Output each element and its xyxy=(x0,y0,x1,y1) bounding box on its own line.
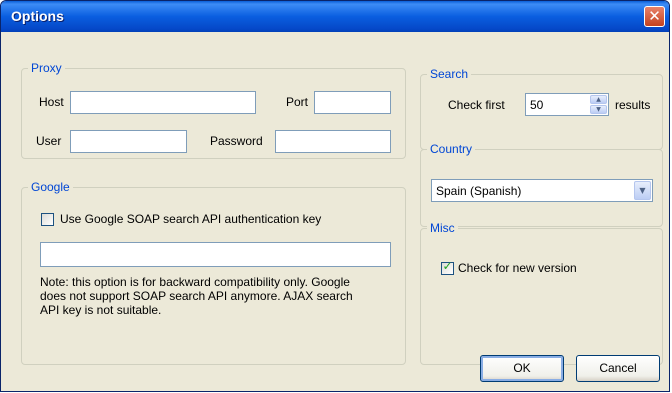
host-input[interactable] xyxy=(70,91,256,114)
user-label: User xyxy=(36,134,62,148)
dialog-body: Proxy Host Port User Password Google Use… xyxy=(4,32,666,388)
misc-group: Misc ✓ Check for new version xyxy=(420,221,663,365)
close-icon: ✕ xyxy=(648,7,661,25)
country-select[interactable]: Spain (Spanish) ▼ xyxy=(431,179,653,202)
country-group: Country Spain (Spanish) ▼ xyxy=(420,142,663,227)
note-line: does not support SOAP search API anymore… xyxy=(40,289,353,303)
backward-compat-note: Note: this option is for backward compat… xyxy=(40,275,353,317)
options-dialog: Options ✕ Proxy Host Port User Password … xyxy=(0,0,670,392)
checkmark-icon: ✓ xyxy=(442,259,453,273)
close-button[interactable]: ✕ xyxy=(644,6,665,27)
window-title: Options xyxy=(11,8,64,24)
check-first-spinner[interactable]: 50 ▲ ▼ xyxy=(525,93,609,116)
cancel-button[interactable]: Cancel xyxy=(576,355,660,382)
port-label: Port xyxy=(286,95,309,109)
soap-key-checkbox[interactable] xyxy=(41,213,54,226)
note-line: API key is not suitable. xyxy=(40,303,162,317)
chevron-down-icon[interactable]: ▼ xyxy=(634,181,651,200)
check-first-value: 50 xyxy=(530,98,544,112)
host-label: Host xyxy=(39,95,64,109)
check-version-checkbox[interactable]: ✓ xyxy=(441,259,454,275)
ok-button[interactable]: OK xyxy=(480,355,564,382)
password-label: Password xyxy=(210,134,263,148)
note-line: Note: this option is for backward compat… xyxy=(40,275,350,289)
port-input[interactable] xyxy=(314,91,391,114)
spin-up-icon[interactable]: ▲ xyxy=(590,95,607,104)
country-selected-value: Spain (Spanish) xyxy=(436,184,522,198)
check-first-label: Check first xyxy=(448,98,505,112)
spin-down-icon[interactable]: ▼ xyxy=(590,105,607,114)
soap-key-input[interactable] xyxy=(40,242,391,267)
country-legend: Country xyxy=(427,142,476,156)
search-group: Search Check first 50 ▲ ▼ results xyxy=(420,67,663,150)
user-input[interactable] xyxy=(70,130,187,153)
results-label: results xyxy=(615,98,651,112)
password-input[interactable] xyxy=(275,130,391,153)
title-bar[interactable]: Options ✕ xyxy=(1,1,669,32)
google-group: Google Use Google SOAP search API authen… xyxy=(21,180,406,365)
soap-key-checkbox-label[interactable]: Use Google SOAP search API authenticatio… xyxy=(60,212,321,226)
check-version-label[interactable]: Check for new version xyxy=(458,261,577,275)
proxy-legend: Proxy xyxy=(28,61,65,75)
misc-legend: Misc xyxy=(427,221,458,235)
proxy-group: Proxy Host Port User Password xyxy=(21,61,406,159)
google-legend: Google xyxy=(28,180,73,194)
search-legend: Search xyxy=(427,67,472,81)
